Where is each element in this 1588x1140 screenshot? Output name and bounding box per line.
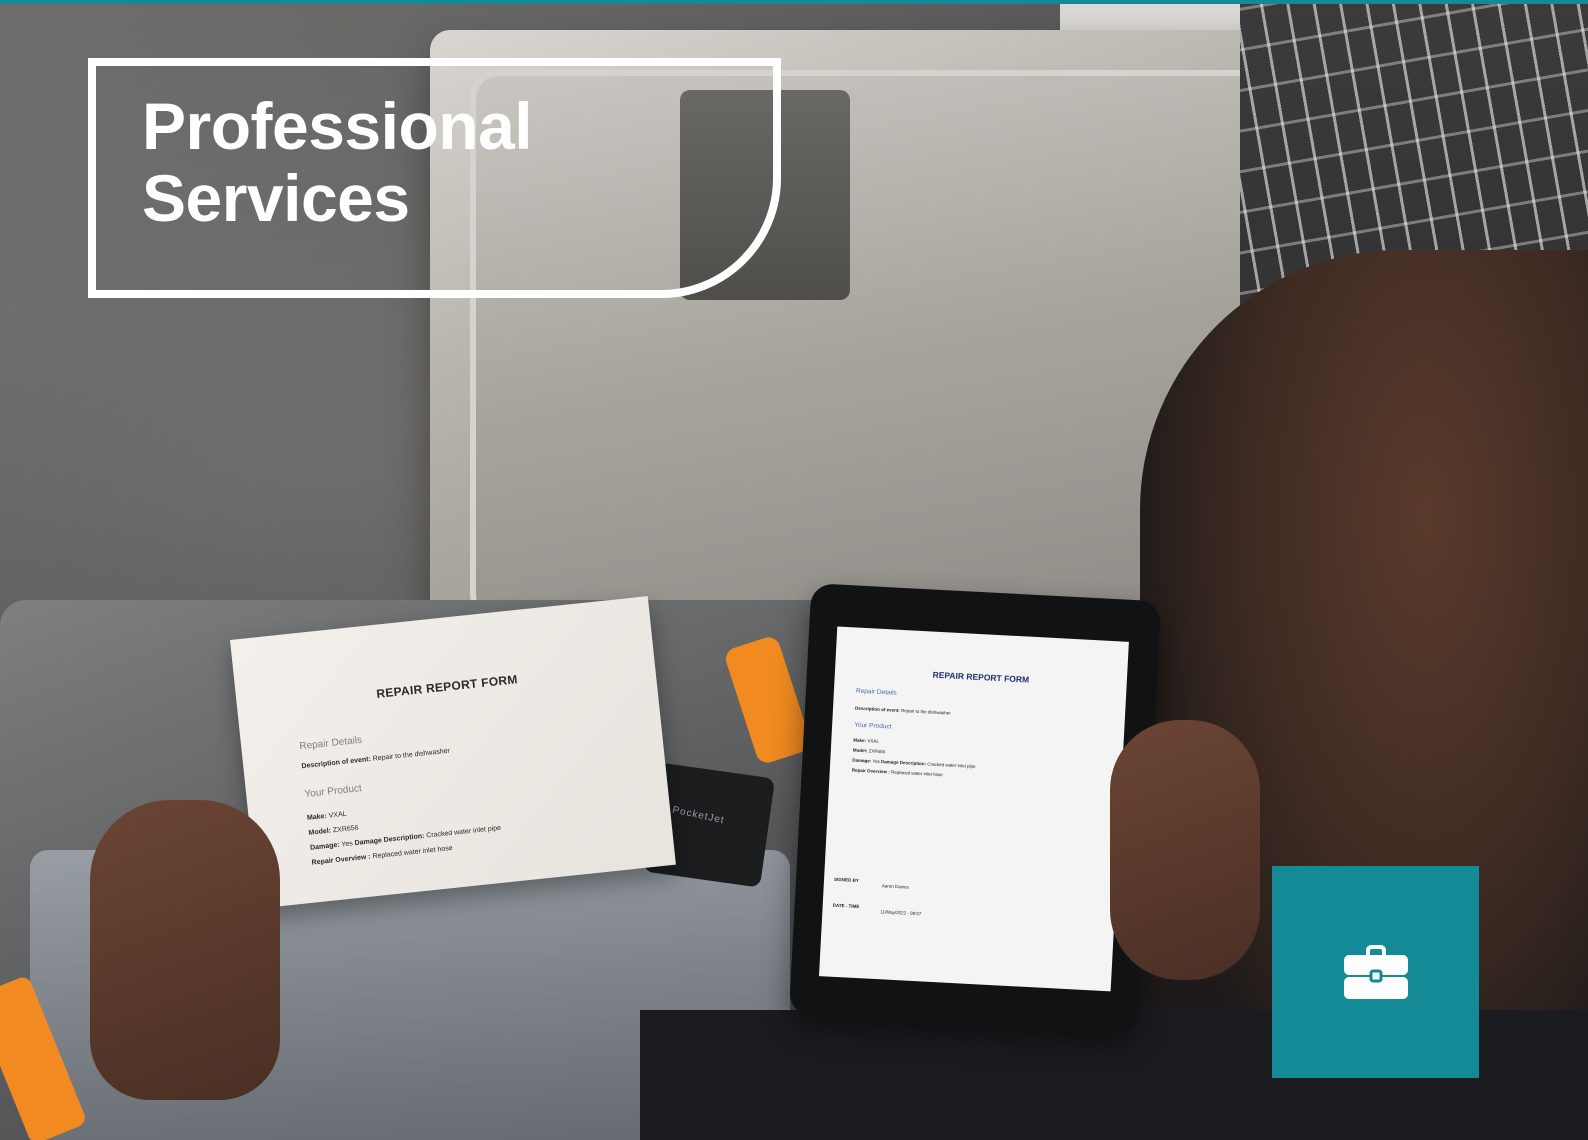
tablet-device: REPAIR REPORT FORM Repair Details Descri… [788, 583, 1162, 1033]
tablet-model-line: Model: ZXR656 [852, 747, 886, 755]
accent-top-bar [0, 0, 1588, 4]
tablet-overview-line: Repair Overview : Replaced water inlet h… [851, 767, 943, 778]
tablet-date-value: 11/May/2022 - 09:57 [880, 909, 922, 917]
title-line-1: Professional [142, 89, 533, 163]
tablet-screen: REPAIR REPORT FORM Repair Details Descri… [818, 626, 1129, 992]
paper-repair-form: REPAIR REPORT FORM Repair Details Descri… [230, 596, 676, 909]
briefcase-icon [1343, 945, 1408, 999]
paper-section-repair: Repair Details [298, 734, 363, 753]
title-line-2: Services [142, 161, 410, 235]
briefcase-tile [1272, 866, 1479, 1078]
tablet-signed-value: Aaron Davies [881, 883, 909, 890]
paper-make-line: Make: VXAL [306, 810, 347, 822]
page-title: Professional Services [142, 89, 533, 235]
right-hand [1110, 720, 1260, 980]
tablet-date-label: DATE - TIME [832, 902, 860, 910]
paper-model-line: Model: ZXR656 [308, 824, 359, 837]
tablet-form-title: REPAIR REPORT FORM [932, 669, 1030, 685]
tablet-signed-label: SIGNED BY [833, 876, 859, 884]
paper-description-line: Description of event: Repair to the dish… [301, 747, 451, 771]
tablet-make-line: Make: VXAL [853, 737, 880, 744]
tablet-description-line: Description of event: Repair to the dish… [854, 705, 951, 716]
paper-section-product: Your Product [303, 783, 363, 801]
left-hand [90, 800, 280, 1100]
tablet-damage-line: Damage: Yes Damage Description: Cracked … [852, 757, 976, 769]
tablet-section-repair: Repair Details [855, 687, 897, 697]
paper-form-title: REPAIR REPORT FORM [375, 672, 519, 701]
tablet-section-product: Your Product [853, 721, 892, 731]
